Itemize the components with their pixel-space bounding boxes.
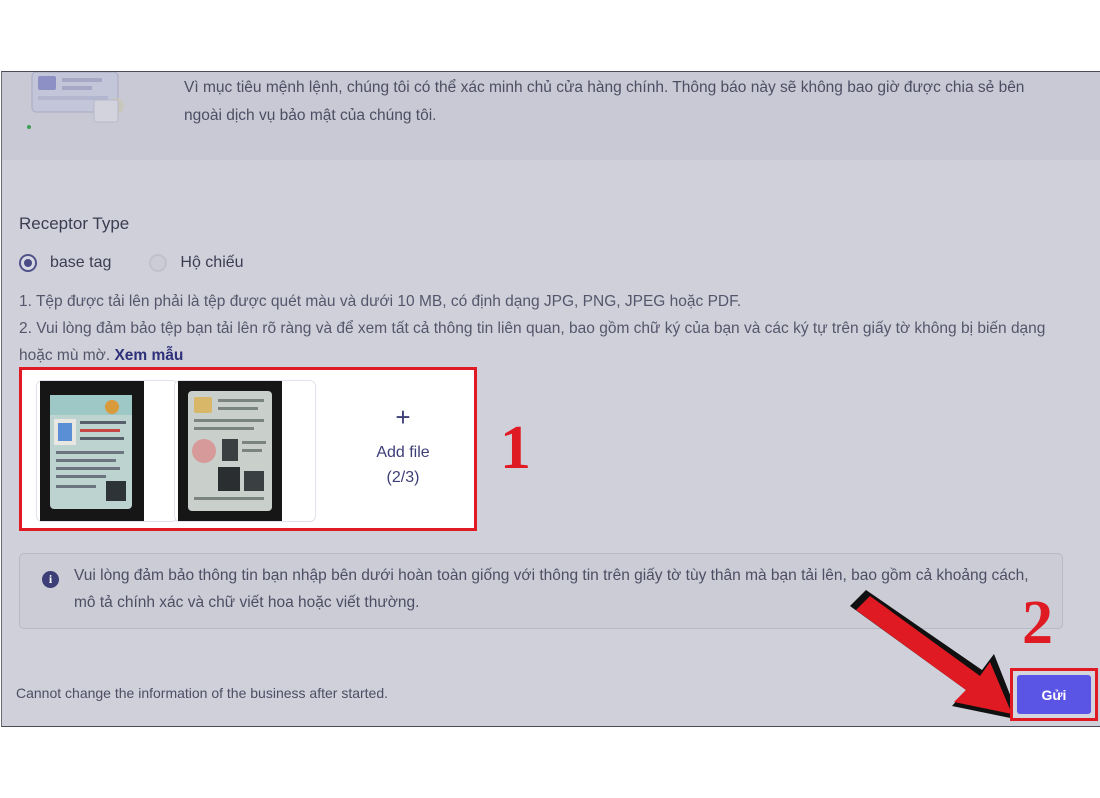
red-arrow-annotation	[850, 590, 1020, 720]
intro-text: Vì mục tiêu mệnh lệnh, chúng tôi có thể …	[184, 79, 1025, 124]
requirement-1: 1. Tệp được tải lên phải là tệp được qué…	[19, 293, 742, 310]
info-icon: i	[42, 571, 59, 588]
radio-ho-chieu[interactable]	[149, 254, 168, 272]
intro-section: Vì mục tiêu mệnh lệnh, chúng tôi có thể …	[2, 72, 1100, 160]
step-2-annotation: 2	[1022, 589, 1053, 657]
footer-note: Cannot change the information of the bus…	[16, 685, 389, 701]
plus-icon: +	[395, 402, 411, 432]
uploaded-file-front[interactable]	[36, 380, 178, 522]
add-file-label: Add file	[376, 444, 430, 461]
id-card-back-image	[178, 381, 282, 521]
file-count: (2/3)	[386, 469, 420, 486]
radio-base-tag[interactable]	[19, 254, 37, 272]
step-1-annotation: 1	[500, 414, 531, 482]
radio-ho-chieu-label[interactable]: Hộ chiếu	[180, 254, 243, 272]
id-card-front-image	[40, 381, 144, 521]
uploaded-file-back[interactable]	[174, 380, 316, 522]
receptor-type-label: Receptor Type	[19, 214, 130, 233]
verification-form-screen: Vì mục tiêu mệnh lệnh, chúng tôi có thể …	[1, 71, 1100, 727]
receptor-type-options: base tag Hộ chiếu	[19, 252, 244, 274]
upload-requirements: 1. Tệp được tải lên phải là tệp được qué…	[19, 288, 1079, 369]
add-file-button[interactable]: + Add file (2/3)	[332, 380, 474, 522]
upload-area: + Add file (2/3)	[19, 367, 477, 531]
radio-base-tag-label[interactable]: base tag	[50, 254, 111, 272]
view-sample-link[interactable]: Xem mẫu	[114, 347, 183, 364]
submit-highlight: Gửi	[1010, 668, 1098, 721]
submit-button[interactable]: Gửi	[1017, 675, 1091, 714]
id-card-illustration	[27, 72, 124, 129]
